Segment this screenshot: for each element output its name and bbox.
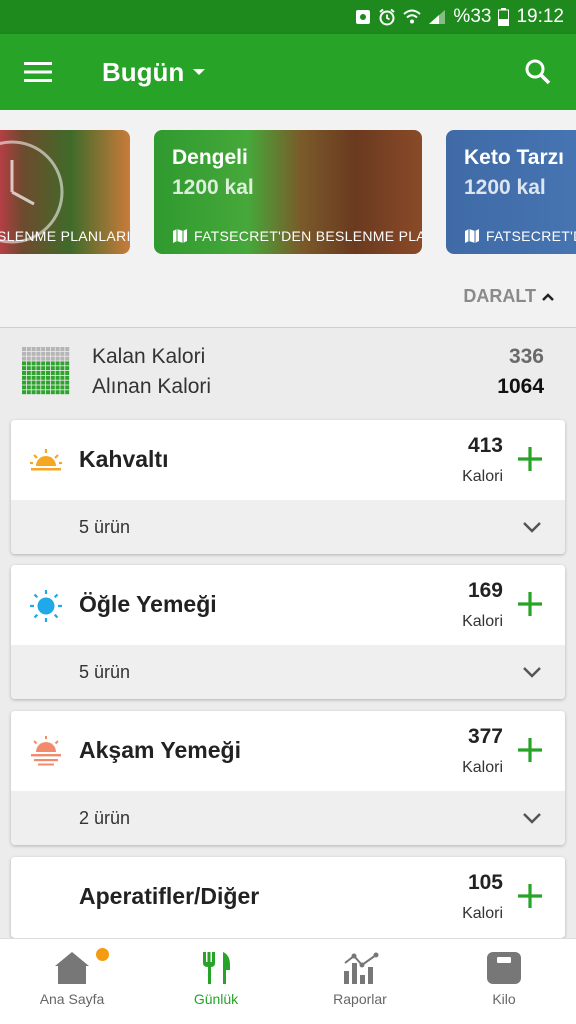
meal-calories: 377 xyxy=(467,725,503,748)
plus-icon xyxy=(518,884,542,908)
meal-item-count: 5 ürün xyxy=(79,662,131,682)
nav-home-label: Ana Sayfa xyxy=(39,991,105,1007)
nav-weight[interactable]: Kilo xyxy=(432,939,576,1024)
notification-badge xyxy=(96,948,109,961)
fork-knife-icon xyxy=(203,952,230,984)
add-food-button[interactable] xyxy=(513,442,547,476)
nav-diary-label: Günlük xyxy=(193,991,239,1007)
sunrise-icon xyxy=(29,444,63,478)
chart-icon xyxy=(344,952,379,984)
add-food-button[interactable] xyxy=(513,733,547,767)
meal-plan-calories: 1200 kal xyxy=(464,176,546,199)
map-icon xyxy=(465,229,479,243)
battery-icon xyxy=(498,8,510,26)
bottom-navigation: Ana Sayfa Günlük Raporlar Kilo xyxy=(0,938,576,1024)
menu-button[interactable] xyxy=(0,34,76,110)
chevron-down-icon xyxy=(519,514,545,540)
meal-header[interactable]: Öğle Yemeği 169 Kalori xyxy=(11,565,565,645)
meal-calories-unit: Kalori xyxy=(462,759,503,776)
nav-diary[interactable]: Günlük xyxy=(144,939,288,1024)
date-selector[interactable]: Bugün xyxy=(102,57,214,88)
meal-name: Aperatifler/Diğer xyxy=(79,883,260,909)
collapse-row: DARALT xyxy=(0,270,576,328)
chevron-down-icon xyxy=(519,659,545,685)
meal-header[interactable]: Akşam Yemeği 377 Kalori xyxy=(11,711,565,791)
meal-plan-calories: 1200 kal xyxy=(172,176,254,199)
collapse-label: DARALT xyxy=(463,286,536,306)
meal-plan-footer: FATSECRET'DEN BESLENME PLANLARI xyxy=(464,228,576,244)
meal-calories-unit: Kalori xyxy=(462,905,503,922)
sunset-icon xyxy=(29,735,63,769)
meal-card-breakfast: Kahvaltı 413 Kalori 5 ürün xyxy=(11,420,565,554)
consumed-calories-value: 1064 xyxy=(497,375,544,398)
signal-icon xyxy=(428,9,446,25)
meal-plan-title: Keto Tarzı xyxy=(464,146,564,169)
meal-calories: 169 xyxy=(467,579,503,602)
meal-items-row[interactable]: 5 ürün xyxy=(11,645,565,699)
meal-item-count: 2 ürün xyxy=(79,808,131,828)
search-icon xyxy=(525,59,551,85)
photo-notification-icon xyxy=(355,9,371,25)
plus-icon xyxy=(518,447,542,471)
calorie-grid-icon xyxy=(22,347,70,395)
meal-calories-unit: Kalori xyxy=(462,468,503,485)
add-food-button[interactable] xyxy=(513,587,547,621)
battery-percent: %33 xyxy=(453,6,492,27)
collapse-button[interactable]: DARALT xyxy=(463,286,556,307)
nav-reports[interactable]: Raporlar xyxy=(288,939,432,1024)
meal-name: Öğle Yemeği xyxy=(79,591,217,617)
meal-card-dinner: Akşam Yemeği 377 Kalori 2 ürün xyxy=(11,711,565,845)
chevron-down-icon xyxy=(519,805,545,831)
meal-name: Akşam Yemeği xyxy=(79,737,241,763)
consumed-calories-label: Alınan Kalori xyxy=(92,375,212,398)
meal-name: Kahvaltı xyxy=(79,446,169,472)
plus-icon xyxy=(518,592,542,616)
nav-reports-label: Raporlar xyxy=(333,991,387,1007)
remaining-calories-label: Kalan Kalori xyxy=(92,345,206,368)
meal-calories-unit: Kalori xyxy=(462,613,503,630)
plus-icon xyxy=(518,738,542,762)
wifi-icon xyxy=(403,9,422,25)
meal-plan-card-keto[interactable]: Keto Tarzı 1200 kal FATSECRET'DEN BESLEN… xyxy=(446,130,576,254)
nav-weight-label: Kilo xyxy=(492,991,516,1007)
meal-plan-card[interactable]: FATSECRET'DEN BESLENME PLANLARI xyxy=(0,130,130,254)
meal-plan-footer: FATSECRET'DEN BESLENME PLANLARI xyxy=(172,228,422,244)
meal-calories: 413 xyxy=(467,434,503,457)
meal-items-row[interactable]: 2 ürün xyxy=(11,791,565,845)
hamburger-menu-icon xyxy=(24,62,52,82)
scale-icon xyxy=(487,952,521,984)
meal-item-count: 5 ürün xyxy=(79,517,131,537)
clock-time: 19:12 xyxy=(516,6,564,27)
map-icon xyxy=(173,229,187,243)
chevron-up-icon xyxy=(542,292,554,301)
dropdown-arrow-icon xyxy=(193,69,206,75)
meal-header[interactable]: Kahvaltı 413 Kalori xyxy=(11,420,565,500)
meal-header[interactable]: Aperatifler/Diğer 105 Kalori xyxy=(11,857,565,937)
status-bar: %33 19:12 xyxy=(0,0,576,34)
app-bar: Bugün xyxy=(0,34,576,110)
meal-plan-title: Dengeli xyxy=(172,146,248,169)
add-food-button[interactable] xyxy=(513,879,547,913)
meal-calories: 105 xyxy=(467,871,503,894)
home-icon xyxy=(55,952,89,984)
calorie-summary[interactable]: Kalan Kalori Alınan Kalori 336 1064 xyxy=(0,329,576,417)
meal-plan-card-dengeli[interactable]: Dengeli 1200 kal FATSECRET'DEN BESLENME … xyxy=(154,130,422,254)
sun-icon xyxy=(29,589,63,623)
meal-items-row[interactable]: 5 ürün xyxy=(11,500,565,554)
meal-card-snacks: Aperatifler/Diğer 105 Kalori xyxy=(11,857,565,938)
meal-card-lunch: Öğle Yemeği 169 Kalori 5 ürün xyxy=(11,565,565,699)
meal-plan-carousel[interactable]: FATSECRET'DEN BESLENME PLANLARI Dengeli … xyxy=(0,110,576,270)
alarm-icon xyxy=(378,8,396,26)
remaining-calories-value: 336 xyxy=(508,345,544,368)
nav-home[interactable]: Ana Sayfa xyxy=(0,939,144,1024)
moon-icon xyxy=(29,881,63,915)
meal-plan-footer: FATSECRET'DEN BESLENME PLANLARI xyxy=(0,228,130,244)
search-button[interactable] xyxy=(518,52,558,92)
page-title: Bugün xyxy=(102,56,185,87)
